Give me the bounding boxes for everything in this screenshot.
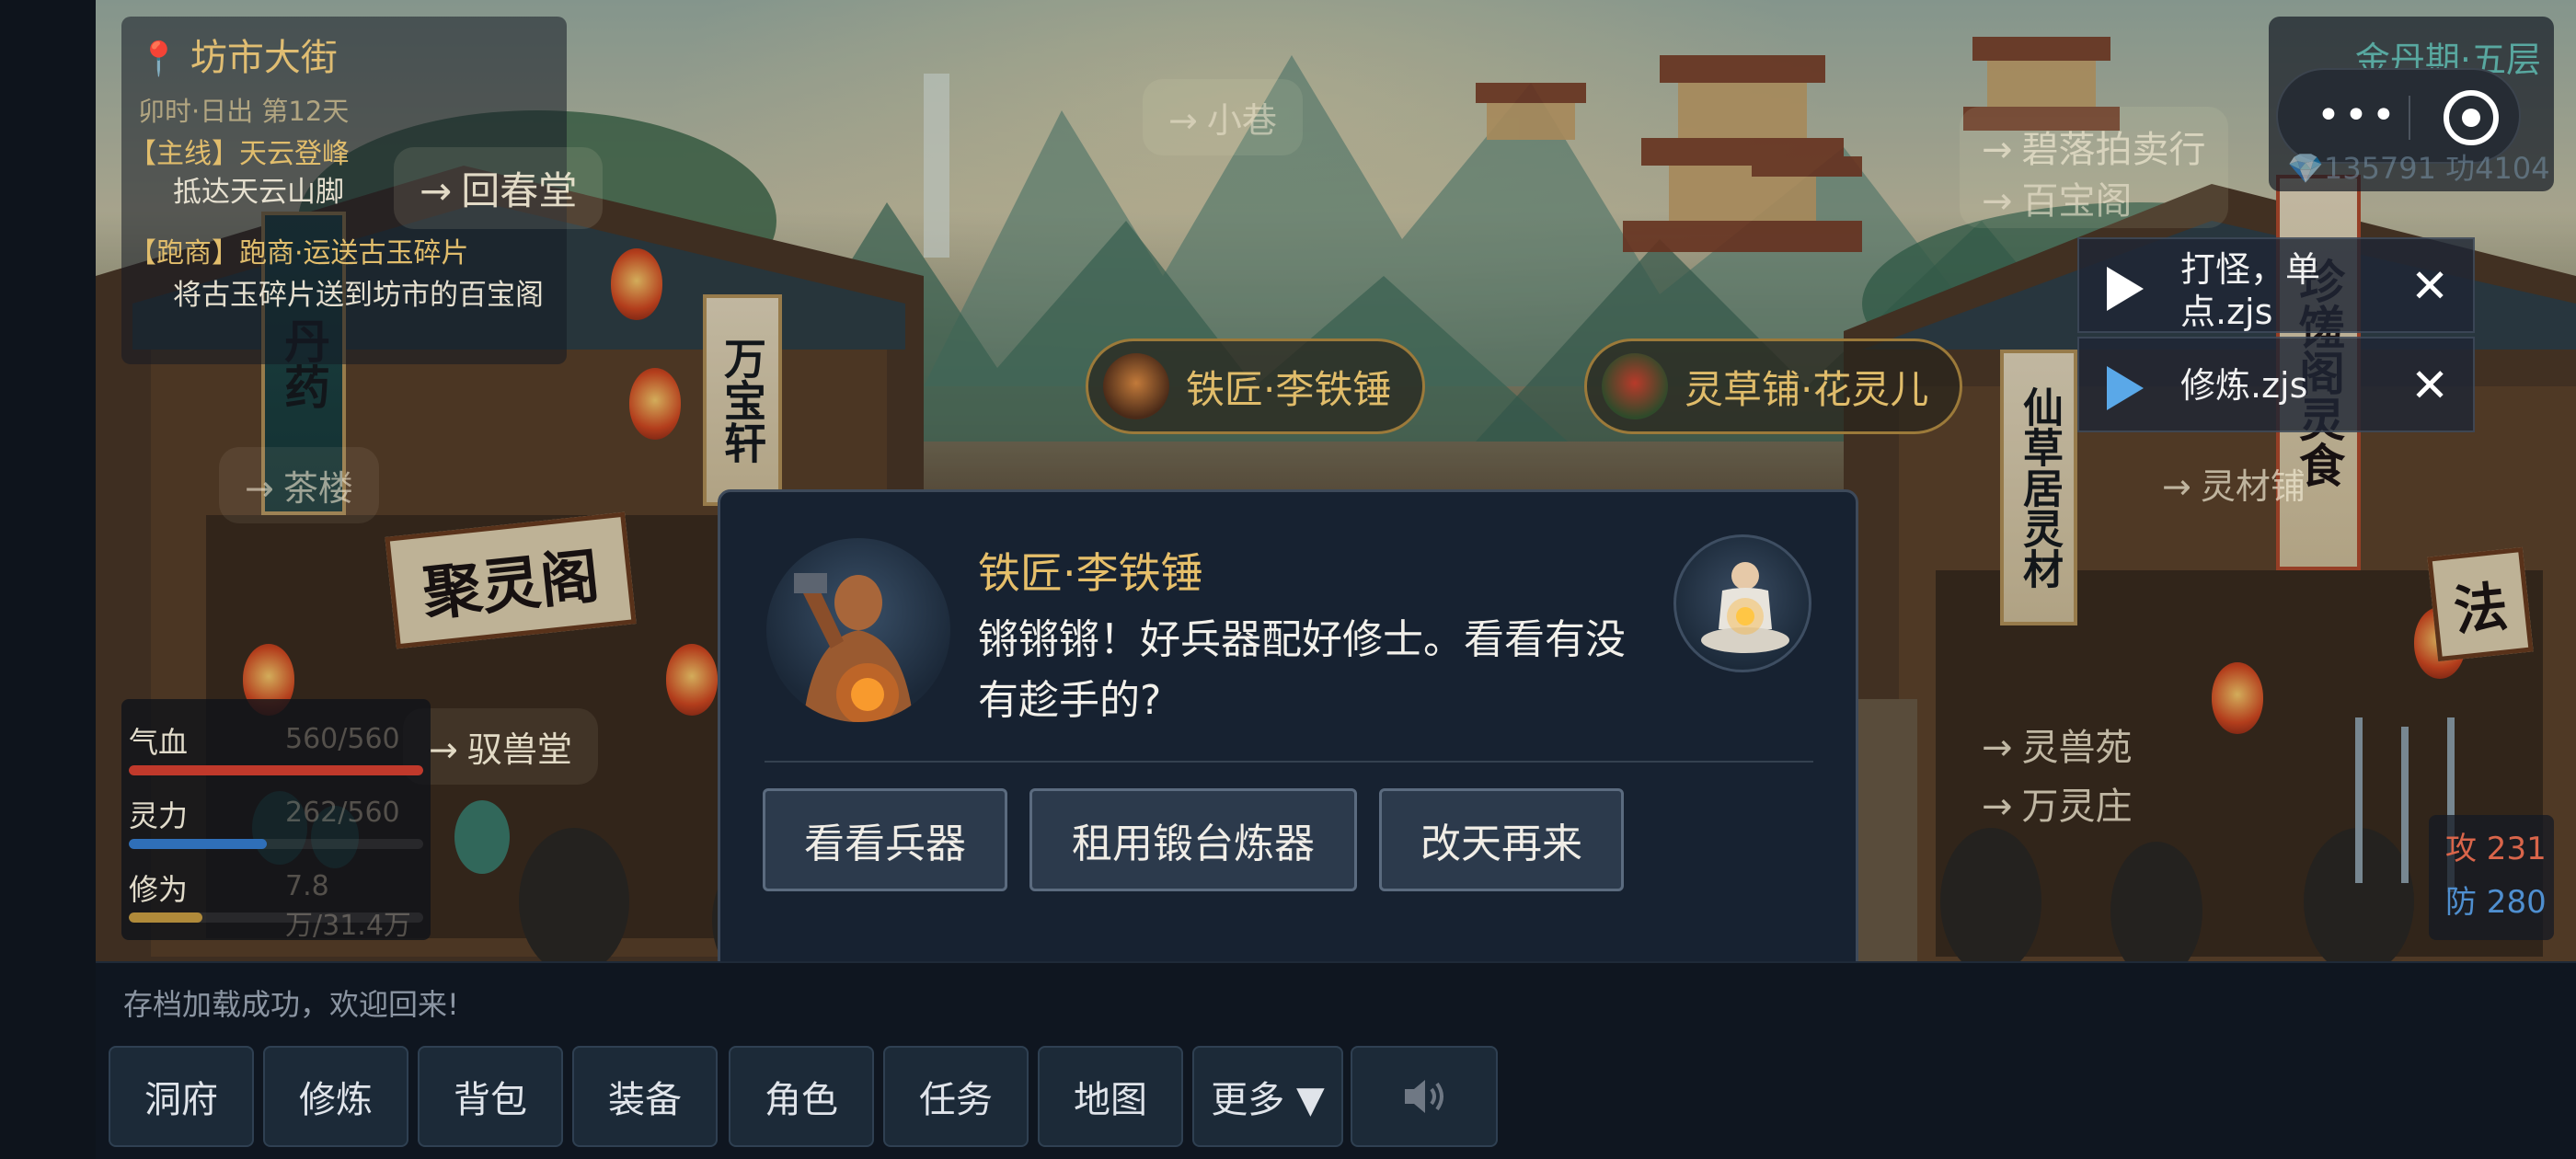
attack-value: 攻 231 (2445, 831, 2547, 867)
script-item-cultivate[interactable]: 修炼.zjs ✕ (2077, 337, 2475, 432)
stat-bar (129, 839, 423, 849)
npc-avatar-blacksmith (1103, 353, 1169, 419)
script-name: 修炼.zjs (2180, 365, 2308, 406)
npc-portrait-blacksmith (766, 538, 950, 722)
menu-cave[interactable]: 洞府 (109, 1046, 254, 1147)
quest-tag-main[interactable]: 【主线】天云登峰 (129, 131, 350, 171)
menu-map[interactable]: 地图 (1038, 1046, 1183, 1147)
npc-pill-herbalist[interactable]: 灵草铺·花灵儿 (1584, 339, 1963, 434)
stat-bar-fill (129, 765, 423, 775)
npc-label: 灵草铺·花灵儿 (1685, 366, 1929, 412)
stat-value: 262/560 (285, 797, 400, 829)
npc-pill-blacksmith[interactable]: 铁匠·李铁锤 (1086, 339, 1426, 434)
nav-link-chalou[interactable]: → 茶楼 (219, 447, 379, 523)
player-portrait (1673, 534, 1811, 672)
arrow-icon: → (1982, 129, 2013, 171)
arrow-icon: → (1982, 180, 2013, 223)
menu-quests[interactable]: 任务 (883, 1046, 1029, 1147)
stat-bar-fill (129, 912, 202, 923)
stat-bar-fill (129, 839, 268, 849)
stat-bar (129, 765, 423, 775)
arrow-icon: → (2162, 466, 2191, 507)
meditating-figure (1701, 562, 1789, 653)
stat-bar (129, 912, 423, 923)
menu-more[interactable]: 更多 ▼ (1192, 1046, 1343, 1147)
arrow-icon: → (245, 468, 274, 509)
script-item-fight[interactable]: 打怪，单点.zjs ✕ (2077, 237, 2475, 333)
npc-dialog: 铁匠·李铁锤 锵锵锵！好兵器配好修士。看看有没有趁手的? 看看兵器 租用锻台炼器… (718, 489, 1858, 1023)
nav-link-lingcaipu[interactable]: → 灵材铺 (2162, 458, 2306, 509)
nav-link-huichuntang[interactable]: → 回春堂 (394, 147, 604, 229)
location-pin-icon: 📍 (138, 40, 179, 78)
location-title: 📍 坊市大街 (138, 28, 338, 81)
arrow-icon: → (420, 168, 453, 213)
quest-tag-trade[interactable]: 【跑商】跑商·运送古玉碎片 (129, 230, 469, 270)
menu-cultivate[interactable]: 修炼 (263, 1046, 408, 1147)
game-time: 卯时·日出 第12天 (138, 96, 350, 127)
defense-value: 防 280 (2445, 884, 2547, 921)
arrow-icon: → (1168, 100, 1198, 141)
menu-bag[interactable]: 背包 (418, 1046, 563, 1147)
bottom-menu: 洞府 修炼 背包 装备 角色 任务 地图 更多 ▼ (96, 1035, 2576, 1159)
stat-value: 560/560 (285, 723, 400, 755)
npc-label: 铁匠·李铁锤 (1186, 366, 1392, 412)
arrow-icon: → (1982, 727, 2013, 769)
stat-name: 灵力 (129, 798, 189, 833)
play-icon[interactable] (2107, 267, 2144, 311)
script-name: 打怪，单点.zjs (2180, 249, 2321, 332)
menu-equipment[interactable]: 装备 (572, 1046, 718, 1147)
quest-desc-trade: 将古玉碎片送到坊市的百宝阁 (173, 279, 544, 312)
nav-link-baibaoge[interactable]: → 百宝阁 (1982, 171, 2133, 224)
blacksmith-figure (794, 573, 914, 722)
choice-come-later[interactable]: 改天再来 (1379, 788, 1624, 891)
choice-rent-forge[interactable]: 租用锻台炼器 (1029, 788, 1357, 891)
close-icon[interactable]: ✕ (2410, 362, 2449, 408)
more-dots-icon[interactable]: ••• (2317, 96, 2399, 136)
nav-link-lingshouyuan[interactable]: → 灵兽苑 (1982, 717, 2133, 771)
arrow-icon: → (429, 729, 458, 770)
status-bar: 存档加载成功，欢迎回来! (96, 961, 2576, 1035)
dialog-line: 锵锵锵！好兵器配好修士。看看有没有趁手的? (978, 616, 1626, 724)
play-icon[interactable] (2107, 366, 2144, 410)
status-message: 存档加载成功，欢迎回来! (123, 987, 459, 1022)
dialog-npc-name: 铁匠·李铁锤 (978, 548, 1203, 598)
location-name: 坊市大街 (190, 37, 338, 79)
close-icon[interactable]: ✕ (2410, 263, 2449, 309)
nav-link-wanlingzhuang[interactable]: → 万灵庄 (1982, 776, 2133, 830)
stat-name: 修为 (129, 872, 189, 907)
capsule-divider (2409, 96, 2410, 140)
combat-stats: 攻 231 防 280 (2429, 815, 2554, 940)
speaker-icon (1405, 1080, 1443, 1113)
sound-toggle-button[interactable] (1351, 1046, 1498, 1147)
choice-view-weapons[interactable]: 看看兵器 (763, 788, 1007, 891)
currency-display: 💎135791 功4104 (2287, 151, 2550, 186)
npc-avatar-herbalist (1602, 353, 1668, 419)
target-icon[interactable] (2444, 90, 2499, 145)
nav-link-xiaoxiang[interactable]: → 小巷 (1143, 79, 1303, 155)
stat-name: 气血 (129, 725, 189, 760)
player-stats-panel: 气血 560/560 灵力 262/560 修为 7.8万/31.4万 (121, 699, 431, 942)
menu-character[interactable]: 角色 (729, 1046, 874, 1147)
nav-link-yushoutang[interactable]: → 驭兽堂 (403, 708, 598, 785)
dialog-divider (765, 761, 1813, 763)
stat-value: 7.8万/31.4万 (285, 870, 411, 942)
arrow-icon: → (1982, 786, 2013, 828)
